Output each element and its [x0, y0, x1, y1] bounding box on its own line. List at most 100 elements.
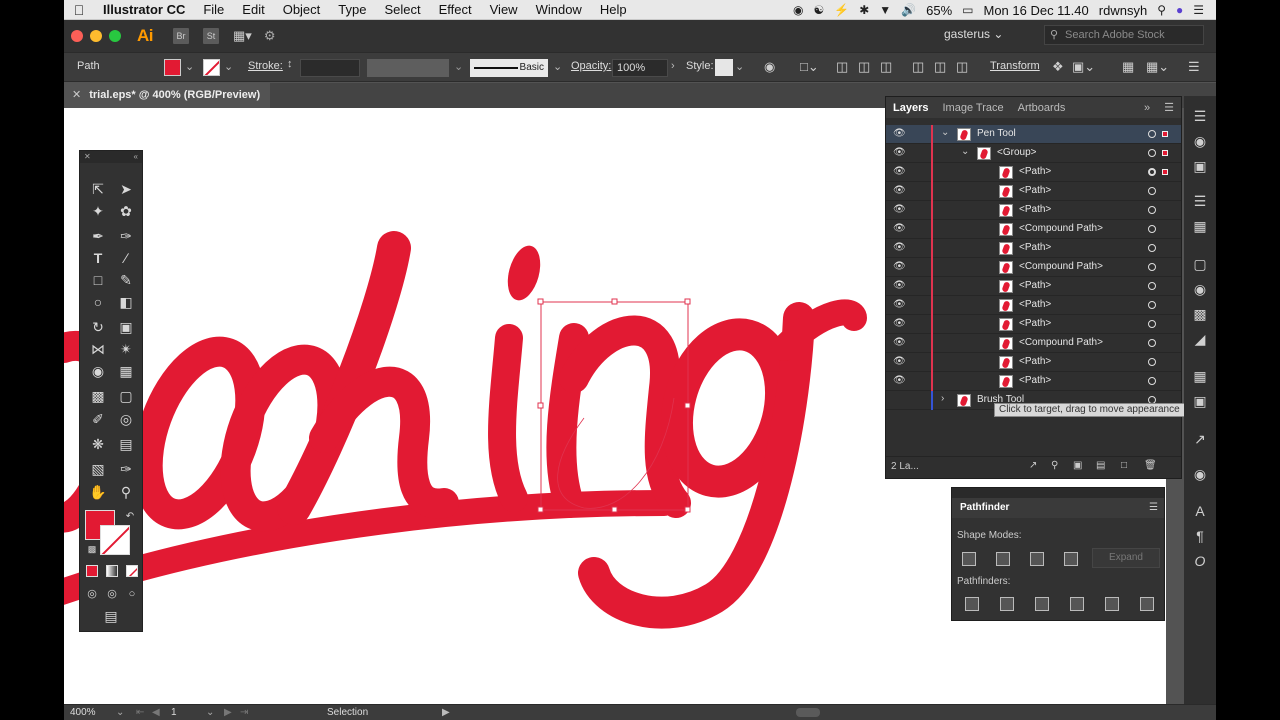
minimize-window-button[interactable] [90, 30, 102, 42]
graphic-styles-icon[interactable]: ▦ [1190, 216, 1210, 236]
layer-name[interactable]: <Path> [1019, 356, 1051, 367]
notification-center-icon[interactable]: ☰ [1193, 3, 1204, 17]
type-tool-icon[interactable]: T [88, 248, 108, 268]
distribute-icon[interactable]: ▦⌄ [1146, 59, 1169, 75]
menu-view[interactable]: View [481, 2, 527, 17]
stroke-panel-icon[interactable]: ☰ [1190, 191, 1210, 211]
target-circle-icon[interactable] [1148, 168, 1156, 176]
layer-row-compound-path[interactable]: 👁 <Compound Path> [886, 220, 1181, 239]
visibility-eye-icon[interactable]: 👁 [893, 242, 906, 253]
trim-button[interactable] [1000, 597, 1014, 611]
graph-tool-icon[interactable]: ▤ [116, 434, 136, 454]
pathfinder-header[interactable] [952, 488, 1164, 498]
layer-row-compound-path[interactable]: 👁 <Compound Path> [886, 334, 1181, 353]
user-name[interactable]: rdwnsyh [1099, 3, 1147, 18]
pathfinder-icon[interactable]: ▣ [1190, 391, 1210, 411]
line-tool-icon[interactable]: ∕ [116, 248, 136, 268]
visibility-eye-icon[interactable]: 👁 [893, 356, 906, 367]
lasso-tool-icon[interactable]: ✿ [116, 201, 136, 221]
collapse-panel-icon[interactable]: » [1137, 102, 1157, 114]
target-circle-icon[interactable] [1148, 282, 1156, 290]
properties-icon[interactable]: ◉ [1190, 131, 1210, 151]
paintbrush-tool-icon[interactable]: ✎ [116, 270, 136, 290]
intersect-button[interactable] [1030, 552, 1044, 566]
menu-window[interactable]: Window [527, 2, 591, 17]
visibility-eye-icon[interactable]: 👁 [893, 223, 906, 234]
profile-dropdown-icon[interactable]: ⌄ [454, 60, 463, 73]
visibility-eye-icon[interactable]: 👁 [893, 166, 906, 177]
spotlight-icon[interactable]: ⚲ [1157, 3, 1166, 17]
target-circle-icon[interactable] [1148, 339, 1156, 347]
selection-indicator[interactable] [1162, 150, 1168, 156]
zoom-level[interactable]: 400% [70, 705, 96, 720]
tab-artboards[interactable]: Artboards [1011, 102, 1073, 114]
layer-row-path[interactable]: 👁 <Path> [886, 163, 1181, 182]
chevron-down-icon[interactable]: ⌄ [941, 127, 949, 138]
tab-layers[interactable]: Layers [886, 102, 935, 114]
next-artboard-icon[interactable]: ▶ [224, 705, 232, 720]
artboard-number[interactable]: 1 [171, 705, 177, 720]
minus-back-button[interactable] [1140, 597, 1154, 611]
apple-icon[interactable]:  [64, 2, 94, 18]
visibility-eye-icon[interactable]: 👁 [893, 261, 906, 272]
target-circle-icon[interactable] [1148, 301, 1156, 309]
eraser-tool-icon[interactable]: ◧ [116, 292, 136, 312]
layer-row-path[interactable]: 👁 <Path> [886, 315, 1181, 334]
arrange-documents-icon[interactable]: ▦▾ [233, 28, 252, 44]
stroke-weight-stepper[interactable]: ↕ [287, 58, 293, 70]
slice-tool-icon[interactable]: ✑ [116, 459, 136, 479]
chevron-down-icon[interactable]: ⌄ [961, 146, 969, 157]
creative-cloud-icon[interactable]: ☯ [813, 3, 824, 17]
brush-dropdown-icon[interactable]: ⌄ [553, 60, 562, 73]
gradient-mode-icon[interactable] [106, 565, 118, 577]
opacity-label[interactable]: Opacity: [571, 60, 611, 72]
paragraph-icon[interactable]: ¶ [1190, 526, 1210, 546]
align-bottom-icon[interactable]: ◫ [956, 59, 968, 75]
default-fill-stroke-icon[interactable]: ▩ [82, 539, 102, 559]
zoom-tool-icon[interactable]: ⚲ [116, 482, 136, 502]
eyedropper-tool-icon[interactable]: ✐ [88, 409, 108, 429]
blend-tool-icon[interactable]: ◎ [116, 409, 136, 429]
visibility-eye-icon[interactable]: 👁 [893, 147, 906, 158]
visibility-eye-icon[interactable]: 👁 [893, 185, 906, 196]
appearance-icon[interactable]: ◉ [1190, 279, 1210, 299]
visibility-eye-icon[interactable]: 👁 [893, 280, 906, 291]
visibility-eye-icon[interactable]: 👁 [893, 204, 906, 215]
stroke-swatch[interactable] [100, 525, 130, 555]
graphic-style-swatch[interactable] [715, 59, 733, 76]
menu-object[interactable]: Object [274, 2, 330, 17]
delete-layer-icon[interactable]: 🗑 [1144, 460, 1157, 471]
gpu-performance-icon[interactable]: ⚙ [264, 28, 276, 44]
swatches-icon[interactable]: ▩ [1190, 304, 1210, 324]
clock[interactable]: Mon 16 Dec 11.40 [983, 3, 1088, 18]
target-circle-icon[interactable] [1148, 149, 1156, 157]
menu-file[interactable]: File [194, 2, 233, 17]
zoom-dropdown-icon[interactable]: ⌄ [116, 705, 124, 720]
previous-artboard-icon[interactable]: ◀ [152, 705, 160, 720]
menu-type[interactable]: Type [329, 2, 375, 17]
layer-row-group[interactable]: 👁 ⌄ <Group> [886, 144, 1181, 163]
shape-builder-tool-icon[interactable]: ◉ [88, 361, 108, 381]
panel-menu-icon[interactable]: ☰ [1149, 502, 1158, 513]
isolate-icon[interactable]: ❖ [1052, 59, 1064, 75]
stroke-dropdown-icon[interactable]: ⌄ [224, 60, 233, 73]
layer-name[interactable]: <Path> [1019, 318, 1051, 329]
color-mode-icon[interactable] [86, 565, 98, 577]
color-guide-icon[interactable]: ◉ [1190, 464, 1210, 484]
layer-row-path[interactable]: 👁 <Path> [886, 182, 1181, 201]
menu-help[interactable]: Help [591, 2, 636, 17]
transparency-icon[interactable]: ◢ [1190, 329, 1210, 349]
transform-button[interactable]: Transform [990, 60, 1040, 72]
stroke-label[interactable]: Stroke: [248, 60, 283, 72]
align-to-icon[interactable]: □⌄ [800, 59, 819, 75]
layer-row-compound-path[interactable]: 👁 <Compound Path> [886, 258, 1181, 277]
visibility-eye-icon[interactable]: 👁 [893, 375, 906, 386]
control-panel-menu-icon[interactable]: ☰ [1188, 59, 1200, 75]
layer-row-path[interactable]: 👁 <Path> [886, 277, 1181, 296]
stroke-weight-field[interactable] [300, 59, 360, 77]
close-window-button[interactable] [71, 30, 83, 42]
layer-name[interactable]: <Path> [1019, 204, 1051, 215]
layer-row-pen-tool[interactable]: 👁 ⌄ Pen Tool [886, 125, 1181, 144]
unite-button[interactable] [962, 552, 976, 566]
scale-tool-icon[interactable]: ▣ [116, 317, 136, 337]
